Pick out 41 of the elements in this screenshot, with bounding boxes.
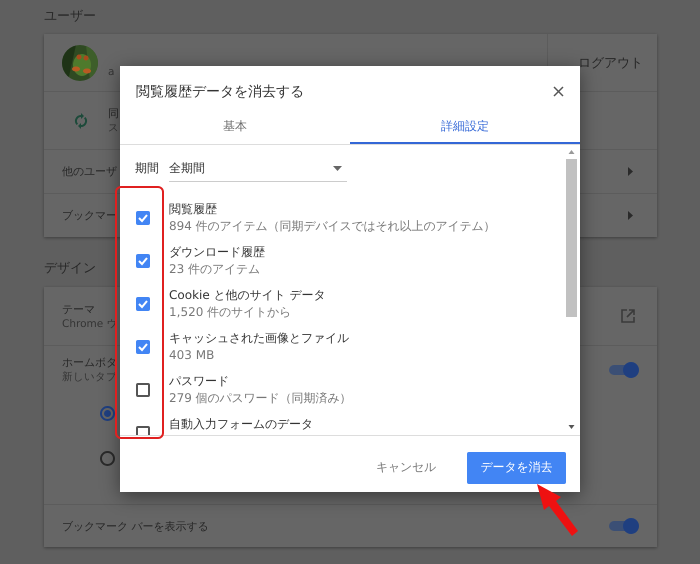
clear-data-button[interactable]: データを消去 — [467, 452, 566, 484]
tab[interactable]: 詳細設定 — [350, 111, 580, 144]
dialog-title: 閲覧履歴データを消去する — [136, 82, 304, 100]
item-detail: 403 MB — [169, 347, 216, 364]
checkbox[interactable] — [136, 383, 150, 397]
item-detail: 23 件のアイテム — [169, 261, 262, 278]
dropdown-caret-icon — [333, 166, 342, 170]
checkbox[interactable] — [136, 254, 150, 268]
radio-button[interactable] — [100, 451, 115, 466]
item-detail: 894 件のアイテム（同期デバイスではそれ以上のアイテム） — [169, 218, 496, 235]
row-title: ブックマーク バーを表示する — [62, 518, 208, 534]
row-title: ホームボタ — [62, 355, 117, 370]
checkbox[interactable] — [136, 340, 150, 354]
item-title: 閲覧履歴 — [169, 201, 218, 218]
close-icon — [553, 86, 564, 97]
radio-button[interactable] — [100, 406, 115, 421]
cancel-button[interactable]: キャンセル — [370, 451, 442, 484]
row-title: テーマ — [62, 302, 95, 316]
checkbox[interactable] — [136, 211, 150, 225]
item-detail: 1,520 件のサイトから — [169, 304, 292, 321]
item-title: Cookie と他のサイト データ — [169, 287, 326, 304]
item-detail: 279 個のパスワード（同期済み） — [169, 390, 352, 407]
arrow — [537, 484, 578, 536]
row-title: 他のユーザ — [62, 164, 117, 179]
period-dropdown[interactable]: 全期間 — [169, 156, 347, 182]
item-title: 自動入力フォームのデータ — [169, 416, 313, 433]
checkbox[interactable] — [136, 297, 150, 311]
tab[interactable]: 基本 — [120, 111, 350, 144]
arrow-right-icon[interactable] — [628, 167, 633, 176]
external-link-icon[interactable] — [621, 309, 635, 323]
row-title: 同 — [108, 106, 119, 121]
section-title: ユーザー — [44, 8, 96, 26]
section-title: デザイン — [44, 260, 96, 278]
sync-icon — [74, 112, 88, 128]
toggle-switch[interactable] — [609, 518, 639, 534]
arrow-right-icon[interactable] — [628, 211, 633, 220]
item-title: ダウンロード履歴 — [169, 244, 265, 261]
item-title: パスワード — [169, 373, 230, 390]
toggle-switch[interactable] — [609, 362, 639, 378]
item-title: キャッシュされた画像とファイル — [169, 330, 349, 347]
period-label: 期間 — [135, 160, 160, 177]
